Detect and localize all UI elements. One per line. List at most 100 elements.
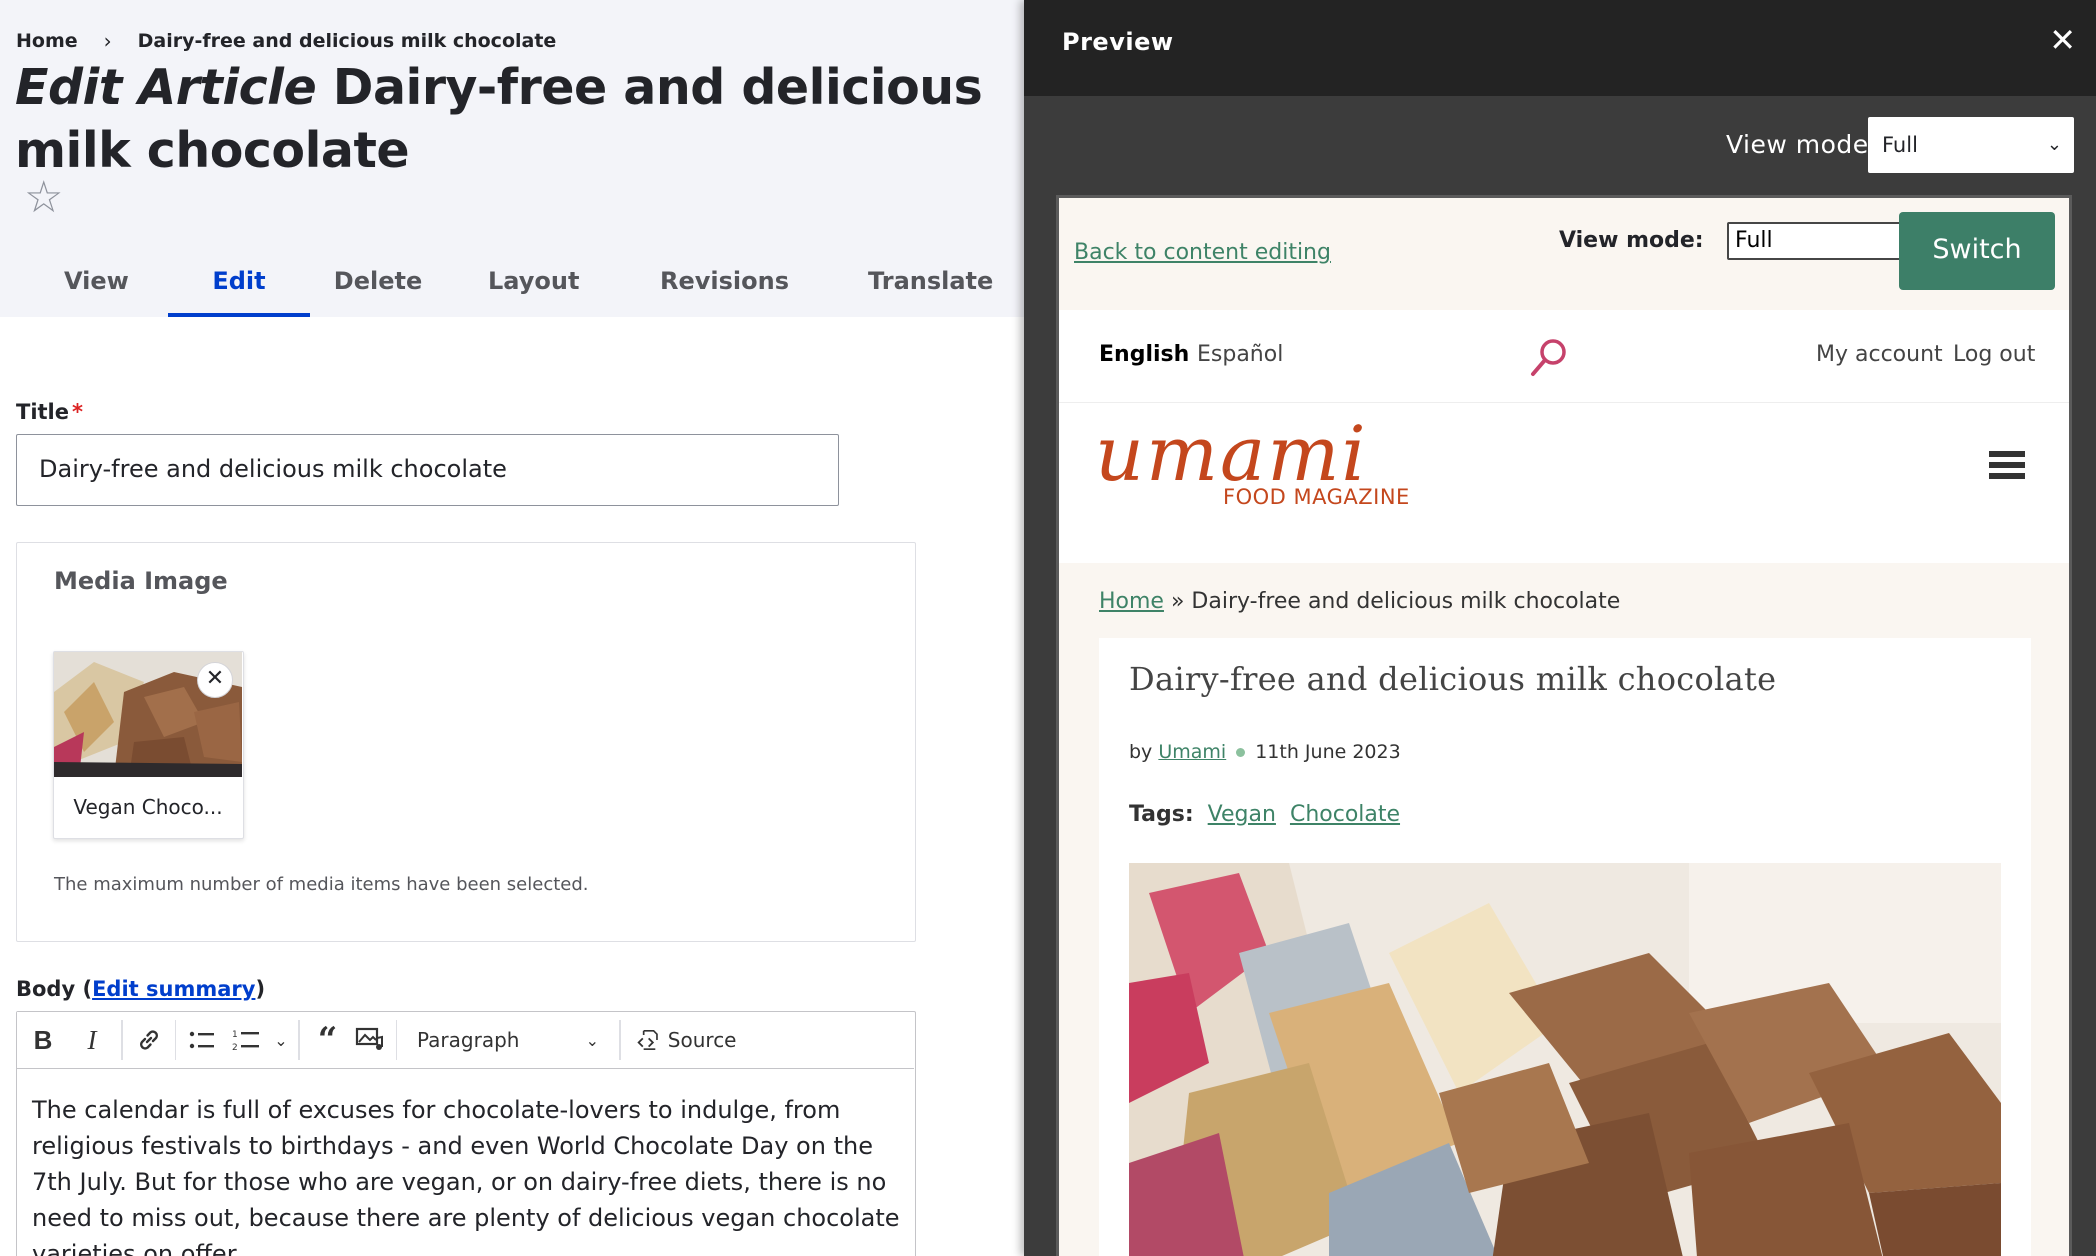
log-out-link[interactable]: Log out — [1953, 342, 2035, 367]
bold-button[interactable]: B — [17, 1012, 69, 1069]
article-date: 11th June 2023 — [1255, 741, 1401, 763]
language-spanish-link[interactable]: Español — [1197, 342, 1283, 367]
heading-dropdown[interactable]: Paragraph ⌄ — [403, 1012, 613, 1069]
search-icon[interactable] — [1527, 336, 1571, 380]
tag-link[interactable]: Vegan — [1208, 802, 1276, 827]
article-breadcrumb-current: Dairy-free and delicious milk chocolate — [1191, 589, 1621, 614]
numbered-list-icon: 12 — [232, 1030, 259, 1053]
frame-view-mode-label: View mode: — [1559, 228, 1704, 253]
source-icon — [636, 1030, 658, 1050]
tags-label: Tags: — [1129, 802, 1194, 827]
chevron-down-icon: ⌄ — [585, 1030, 599, 1050]
blockquote-button[interactable]: “ — [306, 1012, 350, 1069]
logo-subtitle: FOOD MAGAZINE — [1223, 485, 1410, 509]
view-mode-label: View mode — [1726, 130, 1869, 159]
blockquote-icon: “ — [317, 1020, 338, 1060]
toolbar-separator — [121, 1020, 123, 1060]
svg-text:1: 1 — [232, 1030, 238, 1040]
list-options-chevron-icon[interactable]: ⌄ — [270, 1012, 292, 1069]
language-english-link[interactable]: English — [1099, 342, 1189, 367]
toolbar-separator — [174, 1020, 176, 1060]
title-label: Title * — [16, 400, 83, 424]
page-header: Home › Dairy-free and delicious milk cho… — [0, 0, 1024, 317]
media-item-card[interactable]: ✕ Vegan Choco... — [53, 651, 244, 839]
media-remove-button[interactable]: ✕ — [197, 662, 233, 698]
byline-prefix: by — [1129, 741, 1159, 763]
insert-media-button[interactable] — [350, 1012, 390, 1069]
breadcrumb-home[interactable]: Home — [16, 30, 78, 52]
article-title: Dairy-free and delicious milk chocolate — [1129, 660, 1777, 698]
article-breadcrumb-separator: » — [1163, 589, 1192, 614]
preview-title: Preview — [1062, 28, 1174, 56]
article-tags: Tags: Vegan Chocolate — [1129, 802, 1414, 827]
source-label: Source — [667, 1028, 737, 1052]
tab-edit[interactable]: Edit — [168, 250, 310, 317]
site-top-nav: English Español My account Log out — [1059, 310, 2069, 403]
chevron-down-icon: ⌄ — [2046, 134, 2062, 155]
star-icon[interactable]: ☆ — [24, 176, 63, 220]
body-editor[interactable]: B I 12 ⌄ “ Paragraph ⌄ Source The calend… — [16, 1011, 916, 1256]
link-icon — [139, 1030, 158, 1050]
toolbar-separator — [298, 1020, 300, 1060]
media-image-field: Media Image ✕ Vegan Choco... The maximum… — [16, 542, 916, 942]
bulleted-list-icon — [189, 1031, 214, 1049]
local-tasks-tabs: View Edit Delete Layout Revisions Transl… — [0, 250, 993, 317]
breadcrumb-separator: › — [103, 29, 112, 53]
source-button[interactable]: Source — [627, 1012, 737, 1069]
tab-delete[interactable]: Delete — [326, 250, 430, 317]
title-input[interactable]: Dairy-free and delicious milk chocolate — [16, 434, 839, 506]
my-account-link[interactable]: My account — [1816, 342, 1943, 367]
chocolate-hero-image — [1129, 863, 2001, 1256]
heading-dropdown-value: Paragraph — [417, 1028, 520, 1052]
breadcrumb: Home › Dairy-free and delicious milk cho… — [16, 29, 556, 53]
link-button[interactable] — [129, 1012, 169, 1069]
byline-dot — [1236, 748, 1246, 757]
body-label-prefix: Body ( — [16, 977, 93, 1001]
preview-frame: Back to content editing View mode: Full⌄… — [1056, 195, 2072, 1256]
hamburger-menu-icon[interactable] — [1989, 451, 2025, 487]
article-card: Dairy-free and delicious milk chocolate … — [1099, 638, 2031, 1256]
tab-view[interactable]: View — [64, 250, 129, 317]
author-link[interactable]: Umami — [1158, 741, 1226, 763]
page-title: Edit Article Dairy-free and delicious mi… — [15, 56, 1015, 182]
preview-header: Preview ✕ — [1024, 0, 2096, 96]
svg-text:2: 2 — [232, 1043, 238, 1053]
media-image-heading: Media Image — [54, 567, 228, 595]
view-mode-select-value: Full — [1882, 133, 1918, 157]
tab-layout[interactable]: Layout — [488, 250, 579, 317]
article-region: Home » Dairy-free and delicious milk cho… — [1059, 563, 2069, 1256]
switch-button[interactable]: Switch — [1899, 212, 2055, 290]
body-label-suffix: ) — [255, 977, 266, 1001]
body-text[interactable]: The calendar is full of excuses for choc… — [32, 1092, 902, 1256]
view-mode-select[interactable]: Full ⌄ — [1868, 117, 2074, 173]
body-label: Body (Edit summary) — [16, 977, 265, 1001]
edit-summary-link[interactable]: Edit summary — [92, 977, 255, 1001]
editor-panel: Home › Dairy-free and delicious milk cho… — [0, 0, 1024, 1256]
tag-link[interactable]: Chocolate — [1290, 802, 1400, 827]
media-limit-note: The maximum number of media items have b… — [54, 874, 589, 895]
article-byline: by Umami 11th June 2023 — [1129, 741, 1401, 763]
toolbar-separator — [619, 1020, 621, 1060]
breadcrumb-current: Dairy-free and delicious milk chocolate — [137, 30, 557, 52]
toolbar-separator — [395, 1020, 397, 1060]
article-breadcrumb: Home » Dairy-free and delicious milk cho… — [1099, 589, 1620, 614]
tab-translate[interactable]: Translate — [868, 250, 993, 317]
title-label-text: Title — [16, 400, 70, 424]
page-title-prefix: Edit Article — [15, 59, 317, 116]
preview-panel: Preview ✕ View mode Full ⌄ Back to conten… — [1024, 0, 2096, 1256]
insert-media-icon — [355, 1027, 383, 1050]
italic-button[interactable]: I — [69, 1012, 115, 1069]
preview-bar: Back to content editing View mode: Full⌄… — [1059, 198, 2069, 310]
numbered-list-button[interactable]: 12 — [222, 1012, 270, 1069]
article-breadcrumb-home[interactable]: Home — [1099, 589, 1164, 614]
article-hero-image — [1129, 863, 2001, 1256]
media-item-name: Vegan Choco... — [73, 795, 223, 819]
required-mark: * — [72, 400, 83, 424]
editor-toolbar: B I 12 ⌄ “ Paragraph ⌄ Source — [17, 1012, 914, 1069]
bulleted-list-button[interactable] — [182, 1012, 222, 1069]
site-logo[interactable]: umami FOOD MAGAZINE — [1059, 403, 2069, 563]
close-icon[interactable]: ✕ — [2049, 24, 2076, 56]
back-to-content-editing-link[interactable]: Back to content editing — [1074, 240, 1331, 265]
frame-view-mode-value: Full — [1735, 228, 1773, 253]
tab-revisions[interactable]: Revisions — [660, 250, 789, 317]
